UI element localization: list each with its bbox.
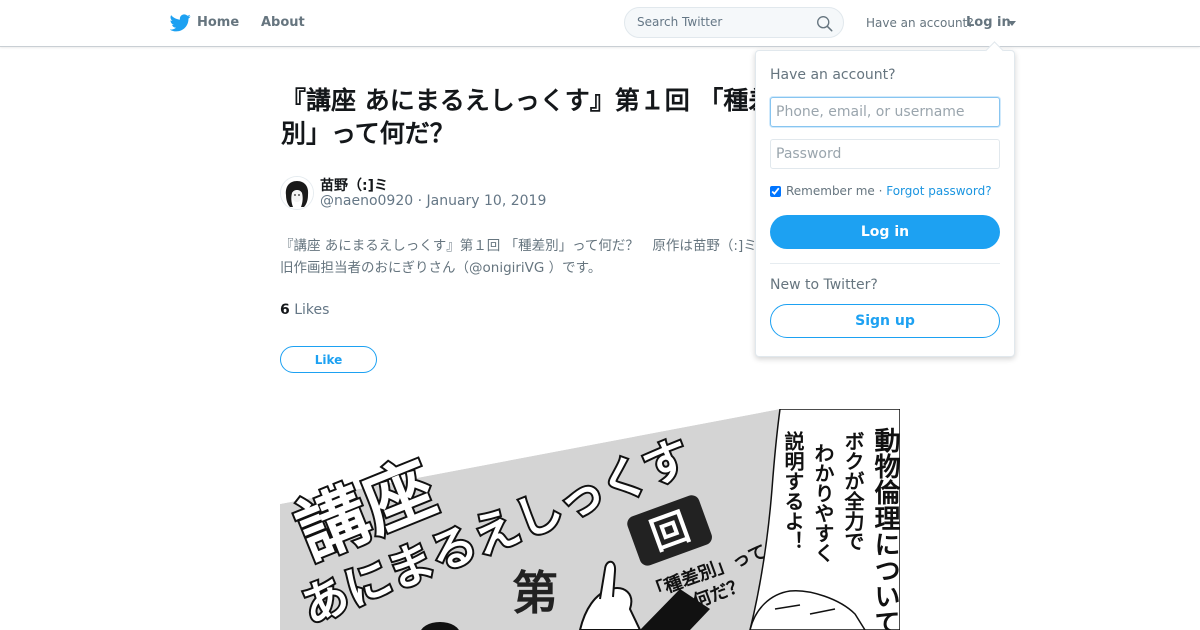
likes-label: Likes (294, 302, 330, 318)
caret-down-icon[interactable] (1008, 21, 1016, 26)
search-box[interactable]: Search Twitter (624, 7, 844, 38)
manga-bubble-line1: 動物倫理について (870, 427, 900, 630)
remember-me-label[interactable]: Remember me (786, 184, 875, 198)
login-heading: Have an account? (770, 67, 896, 83)
twitter-bird-icon[interactable] (170, 13, 191, 33)
manga-bubble-line2: ボクが全力で (841, 431, 865, 551)
search-icon[interactable] (816, 15, 833, 32)
manga-bubble-line4: 説明するよ！ (781, 430, 805, 551)
separator-dot: · (874, 184, 887, 198)
tweet-image[interactable]: 講座 あにまるえしっくす 第 回 「種差別」って 何だ？ 動物倫理について ボク… (280, 409, 900, 630)
avatar[interactable] (280, 176, 314, 210)
nav-home-link[interactable]: Home (197, 15, 239, 30)
login-menu-toggle[interactable]: Log in (966, 15, 1011, 30)
divider (770, 263, 1000, 264)
likes-count: 6 Likes (280, 302, 329, 318)
have-account-text: Have an account? (866, 16, 974, 30)
manga-episode-char: 第 (512, 566, 558, 620)
remember-me-checkbox[interactable] (770, 185, 781, 197)
forgot-password-link[interactable]: Forgot password? (886, 184, 991, 198)
avatar-drawing (281, 177, 313, 209)
login-dropdown: Have an account? Remember me · Forgot pa… (755, 41, 1015, 357)
search-input[interactable]: Search Twitter (637, 15, 722, 29)
top-navigation-bar: Home About Search Twitter Have an accoun… (0, 0, 1200, 47)
username-field[interactable] (770, 97, 1000, 127)
login-button[interactable]: Log in (770, 215, 1000, 249)
like-button[interactable]: Like (280, 346, 377, 373)
tweet-title: 『講座 あにまるえしっくす』第１回 「種差別」って何だ？ (281, 86, 774, 148)
manga-panel-illustration: 講座 あにまるえしっくす 第 回 「種差別」って 何だ？ 動物倫理について ボク… (280, 409, 900, 630)
new-to-twitter-text: New to Twitter? (770, 277, 878, 293)
author-name[interactable]: 苗野（:]ミ (320, 175, 388, 195)
author-handle-and-date[interactable]: @naeno0920 · January 10, 2019 (320, 193, 546, 209)
tweet-text: 『講座 あにまるえしっくす』第１回 「種差別」って何だ？ 原作は苗野（:]ミ 旧… (280, 238, 757, 276)
nav-about-link[interactable]: About (261, 15, 305, 30)
remember-row: Remember me · Forgot password? (770, 184, 992, 198)
password-field[interactable] (770, 139, 1000, 169)
manga-bubble-line3: わかりやすく (811, 443, 835, 563)
signup-button[interactable]: Sign up (770, 304, 1000, 338)
likes-number: 6 (280, 302, 290, 318)
